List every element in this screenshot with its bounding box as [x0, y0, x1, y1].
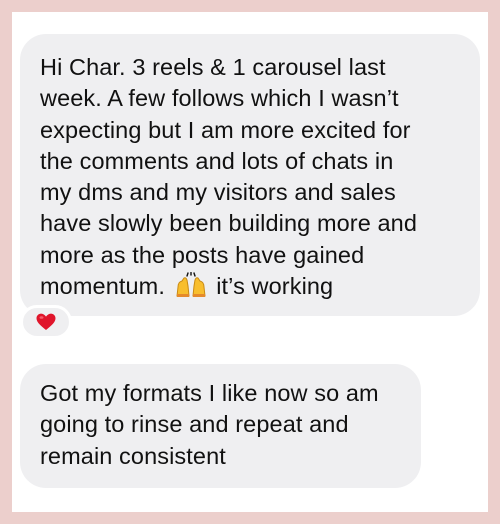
heart-reaction[interactable]: [20, 305, 72, 339]
message-2-text: Got my formats I like now so am going to…: [40, 380, 379, 469]
message-bubble-1[interactable]: Hi Char. 3 reels & 1 carousel last week.…: [20, 34, 480, 316]
message-1-text: Hi Char. 3 reels & 1 carousel last week.…: [40, 54, 418, 300]
raising-hands-emoji: [176, 272, 206, 298]
screenshot-frame: Hi Char. 3 reels & 1 carousel last week.…: [0, 0, 500, 524]
message-bubble-2[interactable]: Got my formats I like now so am going to…: [20, 364, 421, 488]
red-heart-emoji: [36, 313, 56, 330]
message-1-text-end: it’s working: [209, 273, 334, 300]
